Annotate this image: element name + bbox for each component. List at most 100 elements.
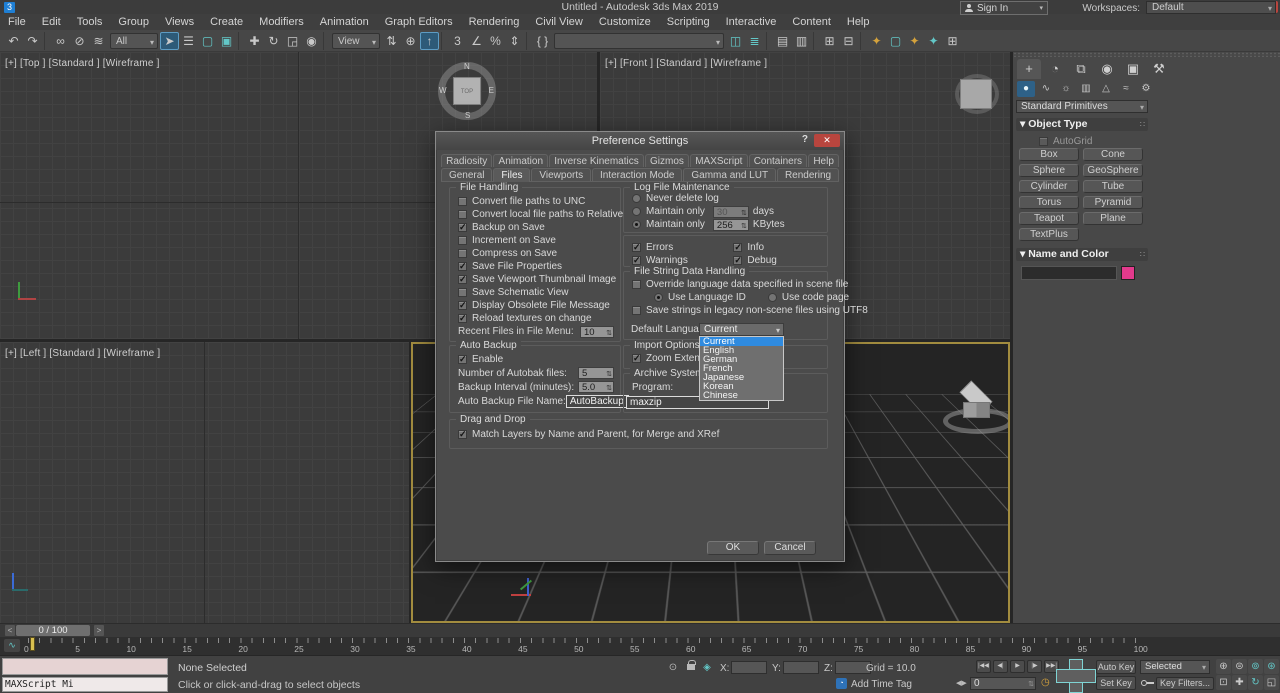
dialog-close-button[interactable]: ✕ (814, 134, 840, 147)
pan-icon[interactable]: ✚ (1232, 675, 1247, 690)
menu-tools[interactable]: Tools (69, 14, 111, 30)
object-type-button[interactable]: Torus (1019, 196, 1079, 209)
percent-snap-icon[interactable]: % (486, 32, 505, 50)
checkbox[interactable] (458, 210, 467, 219)
motion-tab-icon[interactable]: ◉ (1095, 59, 1119, 79)
schematic-view-icon[interactable]: ⊟ (839, 32, 858, 50)
autogrid-checkbox[interactable] (1039, 137, 1048, 146)
use-language-id-radio[interactable] (654, 293, 663, 302)
checkbox[interactable] (458, 223, 467, 232)
zoom-extents-icon[interactable]: ⊚ (1248, 659, 1263, 674)
compass-south[interactable]: S (465, 111, 470, 120)
maxscript-mini-listener-label[interactable]: MAXScript Mi (2, 677, 168, 692)
maintain-kbytes-radio[interactable] (632, 220, 641, 229)
separator[interactable] (323, 32, 328, 50)
menu-interactive[interactable]: Interactive (718, 14, 785, 30)
select-and-move-icon[interactable]: ✚ (245, 32, 264, 50)
language-option[interactable]: Chinese (700, 391, 783, 400)
ok-button[interactable]: OK (707, 541, 759, 555)
select-and-place-icon[interactable]: ◉ (302, 32, 321, 50)
viewcube[interactable]: TOP (453, 77, 481, 105)
render-iterative-icon[interactable]: ✦ (924, 32, 943, 50)
crossing-selection-icon[interactable]: ▣ (217, 32, 236, 50)
undo-icon[interactable]: ↶ (4, 32, 23, 50)
dialog-tab[interactable]: Viewports (531, 168, 591, 181)
helpers-category-icon[interactable]: △ (1097, 81, 1115, 97)
layer-explorer-icon[interactable]: ▤ (773, 32, 792, 50)
zoom-region-icon[interactable]: ⊡ (1216, 675, 1231, 690)
checkbox[interactable] (458, 262, 467, 271)
object-type-button[interactable]: Cylinder (1019, 180, 1079, 193)
enable-checkbox[interactable] (458, 355, 467, 364)
crosshair-widget[interactable] (1056, 659, 1094, 691)
spinner-snap-icon[interactable]: ⇕ (505, 32, 524, 50)
key-filters-button[interactable]: Key Filters... (1156, 677, 1214, 690)
zoom-icon[interactable]: ⊕ (1216, 659, 1231, 674)
workspace-dropdown[interactable]: Default (1146, 1, 1276, 14)
select-by-name-icon[interactable]: ☰ (179, 32, 198, 50)
ribbon-toggle-icon[interactable]: ▥ (792, 32, 811, 50)
menu-civil-view[interactable]: Civil View (527, 14, 590, 30)
viewport-left[interactable]: [+] [Left ] [Standard ] [Wireframe ] (0, 342, 409, 623)
zoom-all-icon[interactable]: ⊜ (1232, 659, 1247, 674)
select-and-rotate-icon[interactable]: ↻ (264, 32, 283, 50)
dialog-tab[interactable]: Files (493, 168, 530, 182)
checkbox[interactable] (458, 197, 467, 206)
menu-views[interactable]: Views (157, 14, 202, 30)
dialog-help-button[interactable]: ? (802, 134, 808, 145)
menu-rendering[interactable]: Rendering (461, 14, 528, 30)
checkbox[interactable] (458, 275, 467, 284)
isolate-selection-icon[interactable]: ⊙ (666, 661, 680, 674)
separator[interactable] (860, 32, 865, 50)
recent-files-spinner[interactable]: 10 (580, 326, 614, 338)
geometry-category-icon[interactable]: ● (1017, 81, 1035, 97)
object-type-rollout-header[interactable]: ▾ Object Type∷ (1016, 118, 1148, 131)
separator[interactable] (44, 32, 49, 50)
menu-modifiers[interactable]: Modifiers (251, 14, 312, 30)
mirror-icon[interactable]: ◫ (726, 32, 745, 50)
maxscript-mini-listener-pink[interactable] (2, 658, 168, 675)
dialog-tab[interactable]: Radiosity (441, 154, 492, 167)
time-configuration-icon[interactable]: ◷ (1041, 677, 1050, 688)
checkbox[interactable] (458, 249, 467, 258)
align-icon[interactable]: ≣ (745, 32, 764, 50)
match-layers-checkbox[interactable] (458, 430, 467, 439)
selection-filter-combo[interactable]: All (110, 33, 158, 49)
separator[interactable] (441, 32, 446, 50)
previous-frame-button[interactable]: ◀| (993, 660, 1008, 673)
reference-coordinate-combo[interactable]: View (332, 33, 380, 49)
hierarchy-tab-icon[interactable]: ⧉ (1069, 59, 1093, 79)
use-selection-center-icon[interactable]: ⊕ (401, 32, 420, 50)
menu-group[interactable]: Group (110, 14, 157, 30)
play-button[interactable]: ▶ (1010, 660, 1025, 673)
dialog-tab[interactable]: General (441, 168, 492, 181)
checkbox[interactable] (458, 236, 467, 245)
shapes-category-icon[interactable]: ∿ (1037, 81, 1055, 97)
compass-west[interactable]: W (439, 86, 447, 95)
frame-spinner-arrows[interactable]: ◀▶ (956, 679, 967, 687)
default-language-dropdown[interactable]: Current (699, 323, 784, 336)
object-color-swatch[interactable] (1121, 266, 1135, 280)
lights-category-icon[interactable]: ☼ (1057, 81, 1075, 97)
orbit-icon[interactable]: ↻ (1248, 675, 1263, 690)
viewport-top-label[interactable]: [+] [Top ] [Standard ] [Wireframe ] (5, 58, 160, 69)
menu-edit[interactable]: Edit (34, 14, 69, 30)
dialog-title[interactable]: Preference Settings (436, 132, 844, 150)
current-frame-field[interactable]: 0 (970, 677, 1036, 690)
previous-frame-arrow[interactable]: < (5, 625, 15, 636)
object-type-button[interactable]: Teapot (1019, 212, 1079, 225)
utilities-tab-icon[interactable]: ⚒ (1147, 59, 1171, 79)
select-and-link-icon[interactable]: ∞ (51, 32, 70, 50)
auto-key-button[interactable]: Auto Key (1096, 660, 1136, 674)
state-sets-icon[interactable]: ⊞ (943, 32, 962, 50)
cameras-category-icon[interactable]: ▥ (1077, 81, 1095, 97)
days-spinner[interactable]: 30 (713, 206, 749, 218)
add-time-tag[interactable]: Add Time Tag (851, 679, 912, 690)
use-code-page-radio[interactable] (768, 293, 777, 302)
object-type-button[interactable]: Plane (1083, 212, 1143, 225)
space-warps-category-icon[interactable]: ≈ (1117, 81, 1135, 97)
menu-animation[interactable]: Animation (312, 14, 377, 30)
maximize-viewport-icon[interactable]: ◱ (1264, 675, 1279, 690)
menu-file[interactable]: File (0, 14, 34, 30)
compass-north[interactable]: N (464, 62, 470, 71)
